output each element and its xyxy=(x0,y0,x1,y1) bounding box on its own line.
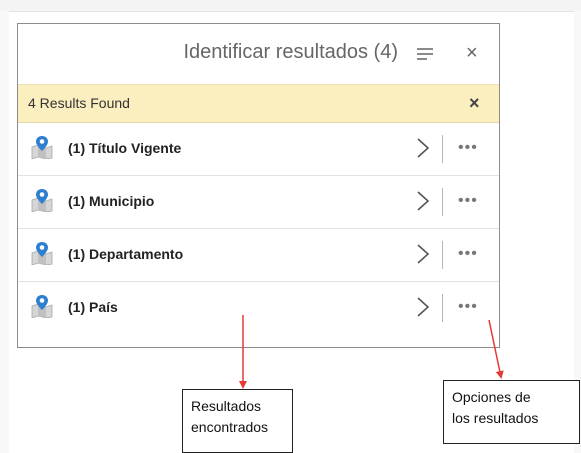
options-arrow xyxy=(488,319,504,379)
results-found-callout: Resultados encontrados xyxy=(182,389,293,453)
options-callout: Opciones de los resultados xyxy=(443,380,580,444)
